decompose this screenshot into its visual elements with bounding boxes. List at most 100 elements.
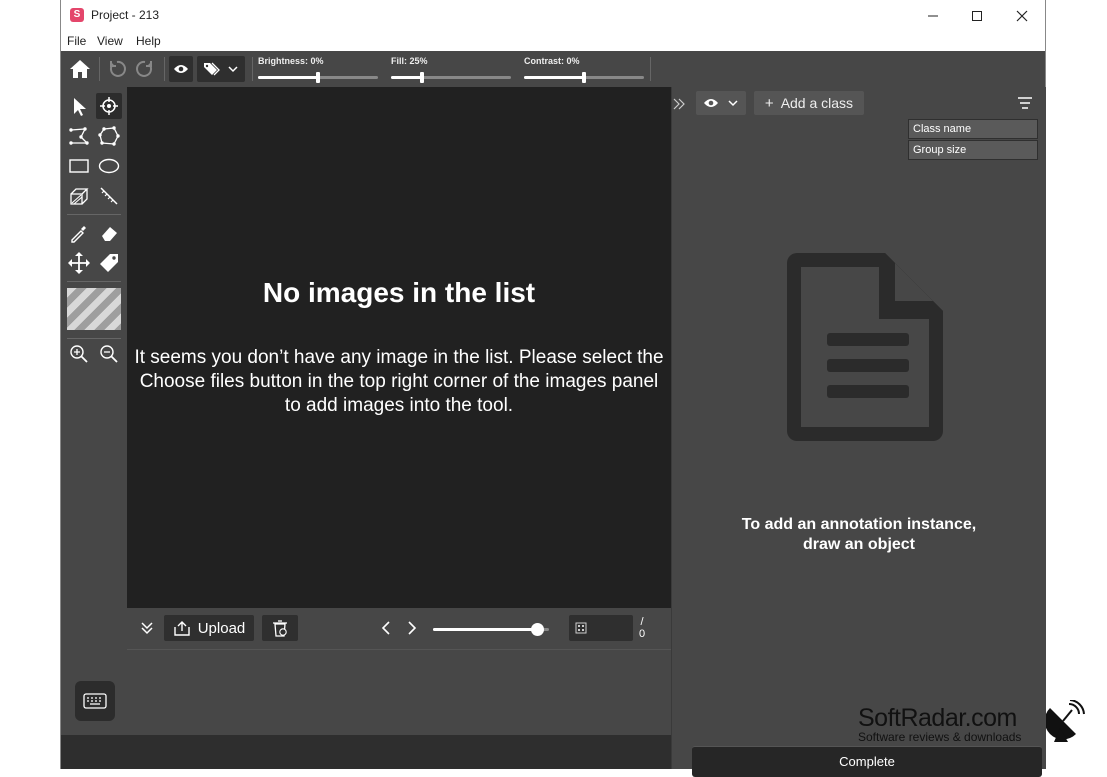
close-button[interactable]	[999, 0, 1045, 31]
page-total-count: 0	[639, 628, 646, 640]
fill-pattern-swatch[interactable]	[67, 288, 121, 330]
image-canvas[interactable]: No images in the list It seems you don’t…	[127, 87, 671, 608]
tag-tool[interactable]	[96, 250, 122, 276]
zoom-in-button[interactable]	[66, 341, 92, 367]
brightness-control: Brightness: 0%	[258, 56, 378, 83]
menu-file[interactable]: File	[67, 34, 86, 48]
collapse-thumbnails-button[interactable]	[137, 615, 157, 641]
panel-empty-message-line1: To add an annotation instance,	[741, 516, 977, 533]
cursor-icon	[74, 98, 86, 116]
keyboard-shortcuts-button[interactable]	[75, 681, 115, 721]
collapse-panel-button[interactable]	[672, 97, 686, 111]
rectangle-tool[interactable]	[66, 153, 92, 179]
page-total-separator: /	[640, 616, 644, 628]
menu-bar: File View Help	[61, 31, 1045, 51]
upload-button[interactable]: Upload	[164, 615, 254, 641]
minimize-button[interactable]	[910, 0, 956, 31]
previous-image-button[interactable]	[377, 615, 395, 641]
thumbnail-strip	[127, 649, 671, 736]
contrast-slider[interactable]	[524, 72, 644, 83]
redo-icon	[136, 60, 152, 77]
maximize-icon	[972, 10, 982, 21]
double-chevron-right-icon	[673, 98, 685, 110]
title-bar: S Project - 213	[61, 0, 1045, 31]
chevron-right-icon	[408, 621, 417, 635]
close-icon	[1016, 10, 1028, 21]
visibility-toggle[interactable]	[169, 56, 193, 82]
fill-label: Fill: 25%	[391, 56, 428, 66]
menu-help[interactable]: Help	[136, 34, 161, 48]
cuboid-tool[interactable]	[66, 183, 92, 209]
brightness-slider[interactable]	[258, 72, 378, 83]
measure-tool[interactable]	[96, 183, 122, 209]
page-total: / 0	[639, 616, 645, 640]
app-window: S Project - 213 File View Help Brightnes…	[60, 0, 1046, 777]
panel-empty-message-line2: draw an object	[802, 536, 916, 553]
cuboid-icon	[70, 188, 89, 205]
color-picker-tool[interactable]	[66, 220, 92, 246]
label-options-dropdown[interactable]	[197, 56, 245, 82]
zoom-out-button[interactable]	[96, 341, 122, 367]
sort-lines-icon	[1018, 97, 1032, 109]
tags-icon	[204, 62, 220, 76]
select-tool[interactable]	[66, 93, 92, 119]
chevron-down-icon	[728, 100, 738, 107]
ellipse-tool[interactable]	[96, 153, 122, 179]
chevron-left-icon	[381, 621, 390, 635]
maximize-button[interactable]	[954, 0, 1000, 31]
annotations-panel: + Add a class Class name Group size To a…	[671, 87, 1046, 777]
sort-option-group-size[interactable]: Group size	[908, 140, 1038, 160]
image-grid-icon	[575, 622, 587, 634]
page-number-input[interactable]	[569, 615, 633, 641]
eyedropper-icon	[71, 226, 86, 243]
tag-icon	[100, 254, 118, 272]
add-class-button[interactable]: + Add a class	[754, 91, 864, 115]
delete-images-button[interactable]	[262, 615, 298, 641]
eraser-icon	[102, 227, 117, 241]
watermark-brand: SoftRadar.com	[858, 704, 1017, 732]
undo-button[interactable]	[105, 56, 129, 82]
sort-option-class-name[interactable]: Class name	[908, 119, 1038, 139]
app-logo-icon: S	[70, 8, 84, 22]
ruler-icon	[100, 187, 118, 205]
satellite-dish-icon	[1046, 700, 1085, 742]
keyboard-icon	[83, 693, 107, 709]
menu-view[interactable]: View	[97, 34, 123, 48]
status-strip	[61, 735, 671, 769]
polyline-icon	[69, 127, 89, 145]
empty-state-title: No images in the list	[262, 277, 536, 308]
thumbnail-size-slider[interactable]	[433, 623, 549, 636]
move-icon	[68, 252, 90, 274]
eraser-tool[interactable]	[96, 220, 122, 246]
complete-button[interactable]: Complete	[692, 746, 1042, 777]
polygon-tool[interactable]	[96, 123, 122, 149]
annotation-visibility-dropdown[interactable]	[696, 91, 746, 115]
plus-icon: +	[764, 94, 774, 112]
empty-state-message: It seems you don’t have any image in the…	[134, 347, 664, 416]
point-tool[interactable]	[96, 93, 122, 119]
trash-icon	[273, 620, 287, 637]
contrast-control: Contrast: 0%	[524, 56, 644, 83]
next-image-button[interactable]	[403, 615, 421, 641]
double-chevron-down-icon	[141, 622, 153, 635]
fill-control: Fill: 25%	[391, 56, 511, 83]
sort-button[interactable]	[1017, 96, 1035, 112]
add-class-label: Add a class	[780, 95, 854, 111]
polygon-icon	[98, 126, 120, 146]
move-tool[interactable]	[66, 250, 92, 276]
ellipse-icon	[98, 158, 120, 174]
upload-icon	[174, 621, 190, 636]
panel-empty-message: To add an annotation instance, draw an o…	[672, 515, 1046, 555]
home-icon	[70, 60, 90, 78]
home-button[interactable]	[66, 56, 94, 82]
zoom-out-icon	[100, 345, 118, 363]
fill-slider[interactable]	[391, 72, 511, 83]
brightness-label: Brightness: 0%	[258, 56, 324, 66]
polyline-tool[interactable]	[66, 123, 92, 149]
eye-icon	[174, 65, 188, 73]
tool-palette	[61, 87, 127, 737]
eye-icon	[704, 99, 718, 107]
document-icon	[787, 253, 943, 441]
image-navigation-bar: Upload / 0	[127, 608, 721, 649]
redo-button[interactable]	[133, 56, 157, 82]
